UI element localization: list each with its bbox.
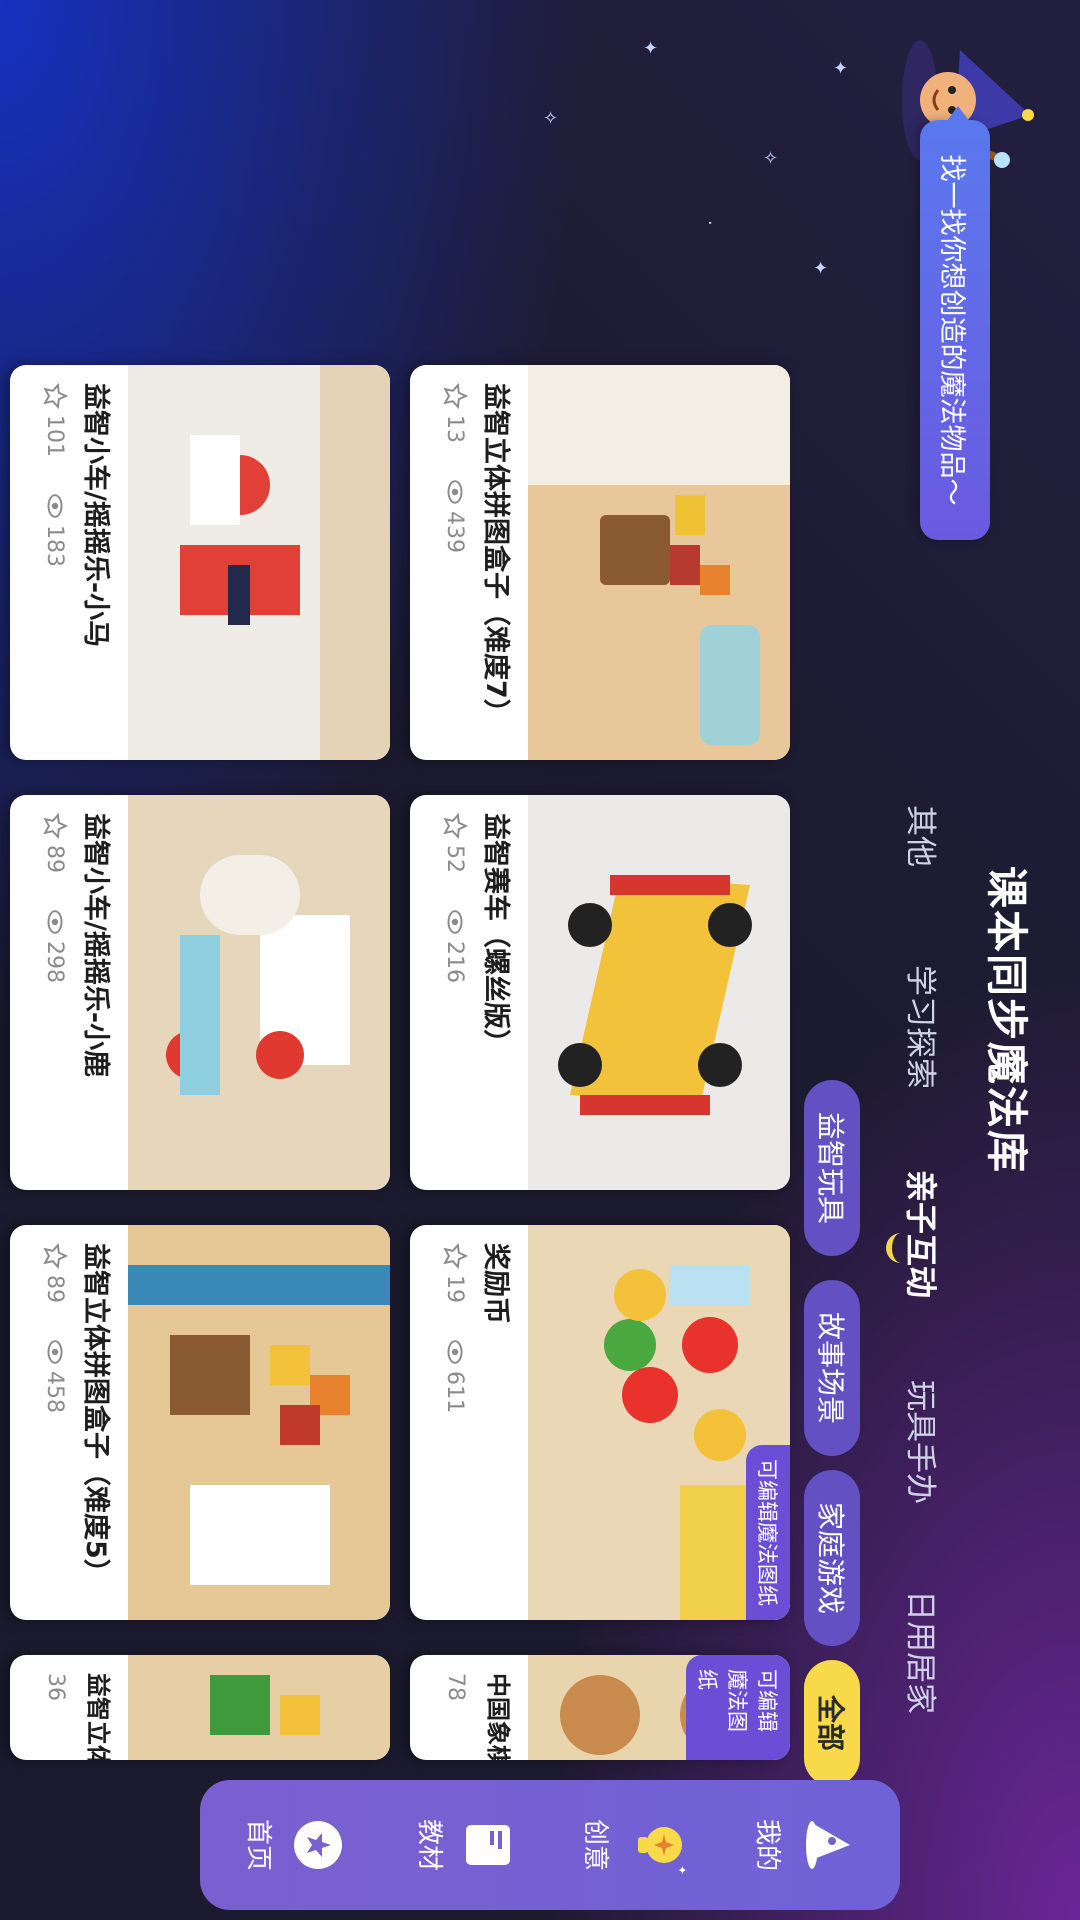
tab-parent-child[interactable]: 亲子互动 — [900, 1170, 946, 1298]
view-count: 216 — [442, 941, 468, 983]
star-count: 101 — [42, 415, 68, 457]
filter-story-scenes[interactable]: 故事场景 — [804, 1280, 860, 1456]
nav-item-creative[interactable]: ✦ 创意 — [560, 1780, 710, 1910]
view-count: 183 — [42, 525, 68, 567]
star-count: 13 — [442, 415, 468, 443]
nav-label: 我的 — [752, 1818, 783, 1871]
nav-item-home[interactable]: 首页 — [220, 1780, 370, 1910]
star-icon — [43, 1243, 68, 1269]
hint-bubble: 找一找你想创造的魔法物品～ — [920, 120, 990, 540]
card-meta: 78 — [443, 1673, 468, 1701]
card-thumbnail — [128, 795, 390, 1190]
card-thumbnail — [528, 795, 790, 1190]
eye-icon — [47, 494, 63, 518]
star-icon — [443, 813, 468, 839]
view-count: 611 — [442, 1371, 468, 1413]
filter-all[interactable]: 全部 — [804, 1660, 860, 1786]
item-card[interactable]: 益智小车/摇摇乐-小马 101 183 — [10, 365, 390, 760]
card-title: 中国象棋棋子 — [484, 1673, 512, 1760]
home-icon — [294, 1821, 343, 1869]
eye-icon — [447, 910, 463, 934]
card-meta: 13 439 — [442, 383, 468, 553]
star-count: 52 — [442, 845, 468, 873]
page-title: 课本同步魔法库 — [982, 865, 1031, 1174]
card-meta: 52 216 — [442, 813, 468, 983]
item-card[interactable]: 益智立体拼图盒子（难度5） 89 458 — [10, 1225, 390, 1620]
category-tabs: 其他 学习探索 亲子互动 玩具手办 日用居家 — [870, 790, 960, 1790]
filter-family-games[interactable]: 家庭游戏 — [804, 1470, 860, 1646]
view-count: 458 — [42, 1371, 68, 1413]
item-card[interactable]: 可编辑魔法图纸 奖励币 19 611 — [410, 1225, 790, 1620]
card-thumbnail — [128, 365, 390, 760]
tab-toys-figures[interactable]: 玩具手办 — [901, 1380, 946, 1504]
bottom-nav: 我的 ✦ 创意 教材 首页 — [200, 1780, 900, 1910]
card-title: 益智立体拼图盒子（难度7） — [480, 383, 511, 726]
star-count: 89 — [42, 1275, 68, 1303]
nav-item-textbook[interactable]: 教材 — [390, 1780, 540, 1910]
nav-item-mine[interactable]: 我的 — [730, 1780, 880, 1910]
card-title: 益智小车/摇摇乐-小鹿 — [80, 813, 111, 1078]
card-title: 益智赛车（螺丝版） — [480, 813, 511, 1056]
book-icon — [466, 1825, 511, 1865]
active-tab-indicator — [886, 1233, 906, 1263]
item-card[interactable]: 益智小车/摇摇乐-小鹿 89 298 — [10, 795, 390, 1190]
card-meta: 36 — [43, 1673, 68, 1701]
item-card[interactable]: 益智立体拼图盒子（难度7） 13 439 — [410, 365, 790, 760]
card-meta: 89 458 — [42, 1243, 68, 1413]
nav-label: 创意 — [580, 1818, 611, 1871]
tab-learning-explore[interactable]: 学习探索 — [901, 965, 946, 1089]
tab-other[interactable]: 其他 — [901, 805, 946, 867]
editable-tag: 可编辑魔法图纸 — [686, 1655, 790, 1760]
item-card[interactable]: 可编辑魔法图纸 中国象棋棋子 78 — [410, 1655, 790, 1760]
card-thumbnail — [128, 1225, 390, 1620]
view-count: 298 — [42, 941, 68, 983]
nav-label: 首页 — [243, 1818, 274, 1871]
card-thumbnail — [128, 1655, 390, 1760]
star-count: 19 — [442, 1275, 468, 1303]
star-count: 36 — [43, 1673, 68, 1701]
tab-daily-home[interactable]: 日用居家 — [901, 1590, 946, 1714]
star-icon — [43, 383, 68, 409]
editable-tag: 可编辑魔法图纸 — [746, 1445, 790, 1620]
eye-icon — [447, 1340, 463, 1364]
star-count: 89 — [42, 845, 68, 873]
star-icon — [443, 383, 468, 409]
lightbulb-icon: ✦ — [638, 1827, 690, 1875]
star-icon — [43, 813, 68, 839]
card-title: 奖励币 — [480, 1243, 511, 1324]
filter-pills: 益智玩具 故事场景 家庭游戏 全部 — [800, 1000, 870, 1786]
card-meta: 89 298 — [42, 813, 68, 983]
card-meta: 19 611 — [442, 1243, 468, 1413]
eye-icon — [47, 1340, 63, 1364]
item-card[interactable]: 益智赛车（螺丝版） 52 216 — [410, 795, 790, 1190]
left-rail: ✦ ✧ ✦ · ✧ ✦ 找一找你想创造的魔法物品～ — [0, 0, 1080, 540]
nav-label: 教材 — [414, 1818, 445, 1871]
card-meta: 101 183 — [42, 383, 68, 567]
card-title: 益智小车/摇摇乐-小马 — [80, 383, 111, 648]
eye-icon — [447, 480, 463, 504]
svg-text:✦: ✦ — [676, 1865, 690, 1875]
eye-icon — [47, 910, 63, 934]
item-card[interactable]: 益智立体拼图盒子（难度6） 36 — [10, 1655, 390, 1760]
card-title: 益智立体拼图盒子（难度6） — [83, 1673, 118, 1760]
wizard-hat-icon — [806, 1821, 851, 1869]
filter-puzzle-toys[interactable]: 益智玩具 — [804, 1080, 860, 1256]
star-icon — [443, 1243, 468, 1269]
view-count: 439 — [442, 511, 468, 553]
card-thumbnail — [528, 365, 790, 760]
star-count: 78 — [443, 1673, 468, 1701]
app-stage: ✦ ✧ ✦ · ✧ ✦ 找一找你想创造的魔法物品～ 课本同步魔法库 其他 学习探… — [0, 0, 1080, 1920]
card-title: 益智立体拼图盒子（难度5） — [80, 1243, 111, 1586]
